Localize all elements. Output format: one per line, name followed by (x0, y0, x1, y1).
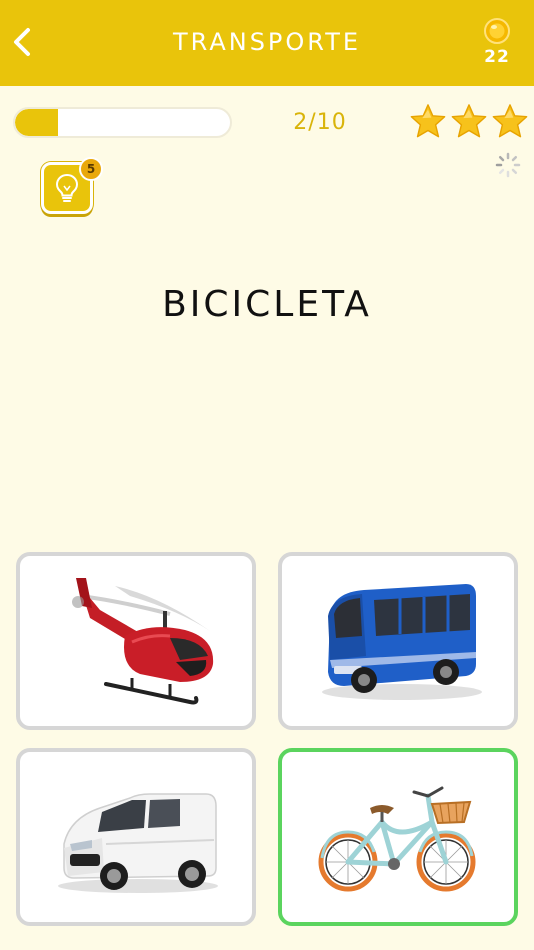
coin-icon (484, 18, 510, 44)
star-icon (492, 104, 528, 138)
option-card-helicopter[interactable] (16, 552, 256, 730)
option-card-van[interactable] (16, 748, 256, 926)
helicopter-image (72, 578, 214, 705)
option-card-bus[interactable] (278, 552, 518, 730)
progress-fill (15, 109, 58, 136)
star-icon (410, 104, 446, 138)
hint-count-badge: 5 (79, 157, 103, 181)
van-image (58, 793, 218, 893)
star-icon (451, 104, 487, 138)
progress-text: 2/10 (293, 110, 347, 135)
coin-count: 22 (484, 47, 510, 67)
bicycle-image (318, 786, 476, 892)
top-bar: TRANSPORTE 22 (0, 0, 534, 86)
progress-bar (13, 107, 232, 138)
bus-image (322, 584, 482, 700)
question-word: BICICLETA (162, 284, 372, 325)
screen-title: TRANSPORTE (172, 28, 362, 56)
star-rating (409, 102, 529, 142)
lightbulb-icon (55, 173, 79, 202)
coin-counter: 22 (480, 18, 514, 67)
option-card-bicycle[interactable] (278, 748, 518, 926)
loading-spinner-icon (495, 152, 521, 178)
